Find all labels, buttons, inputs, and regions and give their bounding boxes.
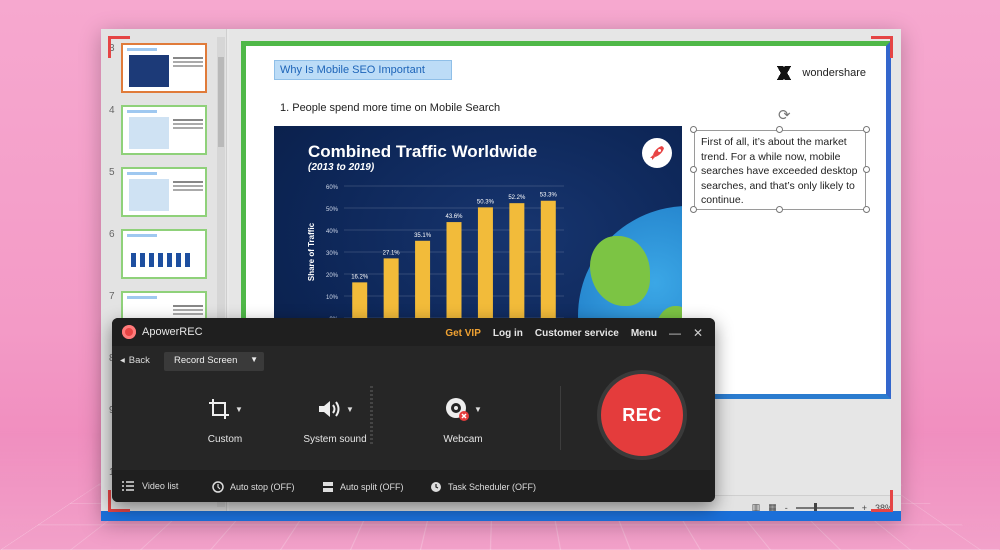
system-sound-control[interactable]: ▼ System sound [290,394,380,445]
thumbnail-row[interactable]: 6 [105,229,225,285]
resize-handle[interactable] [863,166,870,173]
caret-down-icon: ▼ [346,404,354,414]
auto-split-button[interactable]: Auto split (OFF) [322,481,404,493]
divider [560,386,561,450]
get-vip-link[interactable]: Get VIP [445,328,481,339]
apowerrec-logo-icon [122,325,136,339]
resize-handle[interactable] [690,206,697,213]
recorder-menu-bar: Get VIP Log in Customer service Menu — ✕ [445,326,703,340]
auto-stop-button[interactable]: Auto stop (OFF) [212,481,295,493]
caret-down-icon: ▼ [474,404,482,414]
minimize-icon[interactable]: — [669,326,681,340]
crop-icon [209,399,230,419]
chart-bar [540,200,556,318]
thumbnail-slide[interactable] [121,105,207,155]
slide-textbox[interactable]: First of all, it’s about the market tren… [694,130,866,210]
thumbnail-slide[interactable] [121,167,207,217]
brand-logo: wondershare [772,66,866,80]
chart-bar [352,282,368,318]
auto-split-label: Auto split (OFF) [340,482,404,492]
resize-handle[interactable] [690,166,697,173]
system-sound-label: System sound [303,434,367,445]
resize-handle[interactable] [776,206,783,213]
slide-title[interactable]: Why Is Mobile SEO Important [274,60,452,80]
auto-stop-label: Auto stop (OFF) [230,482,295,492]
y-tick-label: 20% [326,273,339,279]
y-tick-label: 60% [326,185,339,191]
recorder-panel: ApowerREC Get VIP Log in Customer servic… [112,318,715,502]
video-list-label: Video list [142,481,179,491]
bar-data-label: 53.3% [540,193,558,199]
clock-stop-icon [212,481,224,493]
taskbar-strip [101,511,901,521]
login-link[interactable]: Log in [493,328,523,339]
thumbnail-slide[interactable] [121,43,207,93]
thumbnail-row[interactable]: 4 [105,105,225,161]
y-tick-label: 40% [326,229,339,235]
volume-meter [370,384,373,444]
bar-data-label: 52.2% [508,195,526,201]
task-scheduler-label: Task Scheduler (OFF) [448,482,537,492]
scrollbar-knob[interactable] [218,57,224,147]
back-label: Back [128,355,150,366]
bar-data-label: 16.2% [351,274,369,280]
chart-bar [477,207,493,318]
custom-area-control[interactable]: ▼ Custom [180,394,270,445]
y-tick-label: 30% [326,251,339,257]
resize-handle[interactable] [863,126,870,133]
recording-area-corner[interactable] [871,490,893,512]
scheduler-clock-icon [431,482,441,492]
resize-handle[interactable] [863,206,870,213]
thumbnail-number: 7 [109,291,115,302]
webcam-label: Webcam [443,434,483,445]
webcam-control[interactable]: ▼ Webcam [418,394,508,445]
y-tick-label: 50% [326,207,339,213]
resize-handle[interactable] [776,126,783,133]
record-mode-value: Record Screen [174,355,238,366]
caret-down-icon: ▼ [235,404,243,414]
list-icon [122,481,134,491]
chart-bar [446,222,462,318]
recording-area-corner[interactable] [108,36,130,58]
chart-bar [415,240,431,318]
chart-bar [383,258,399,318]
custom-label: Custom [207,434,243,445]
bar-data-label: 35.1% [414,233,432,239]
slide-bullet[interactable]: 1. People spend more time on Mobile Sear… [280,102,500,114]
video-list-button[interactable]: Video list [122,481,178,491]
y-tick-label: 10% [326,295,339,301]
recorder-bottom-bar: Video list Auto stop (OFF) Auto split (O… [112,470,715,502]
caret-down-icon: ▼ [250,355,258,364]
recording-area-corner[interactable] [871,36,893,58]
zoom-slider[interactable] [795,502,854,513]
thumbnail-slide[interactable] [121,229,207,279]
wondershare-logo-icon [772,66,797,80]
thumbnail-number: 6 [109,229,115,240]
thumbnail-number: 5 [109,167,115,178]
rotate-handle-icon[interactable]: ⟳ [778,106,791,124]
split-icon [323,482,333,492]
close-icon[interactable]: ✕ [693,326,703,340]
chart-bar [509,203,525,318]
speaker-icon [319,401,340,417]
record-mode-select[interactable]: Record Screen ▼ [164,352,264,371]
recorder-app-name: ApowerREC [142,326,203,338]
rec-button[interactable]: REC [597,370,687,460]
customer-service-link[interactable]: Customer service [535,328,619,339]
y-axis-label: Share of Traffic [307,222,316,281]
menu-button[interactable]: Menu [631,328,657,339]
back-arrow-icon: ◂ [120,355,125,366]
bar-data-label: 27.1% [383,250,401,256]
recorder-title-bar[interactable]: ApowerREC Get VIP Log in Customer servic… [112,318,715,346]
thumbnail-row[interactable]: 5 [105,167,225,223]
bar-data-label: 50.3% [477,199,495,205]
thumbnail-number: 4 [109,105,115,116]
webcam-icon [446,398,470,421]
task-scheduler-button[interactable]: Task Scheduler (OFF) [430,481,536,493]
resize-handle[interactable] [690,126,697,133]
back-button[interactable]: ◂ Back [120,355,150,366]
bar-data-label: 43.6% [445,214,463,220]
brand-text: wondershare [802,67,866,79]
